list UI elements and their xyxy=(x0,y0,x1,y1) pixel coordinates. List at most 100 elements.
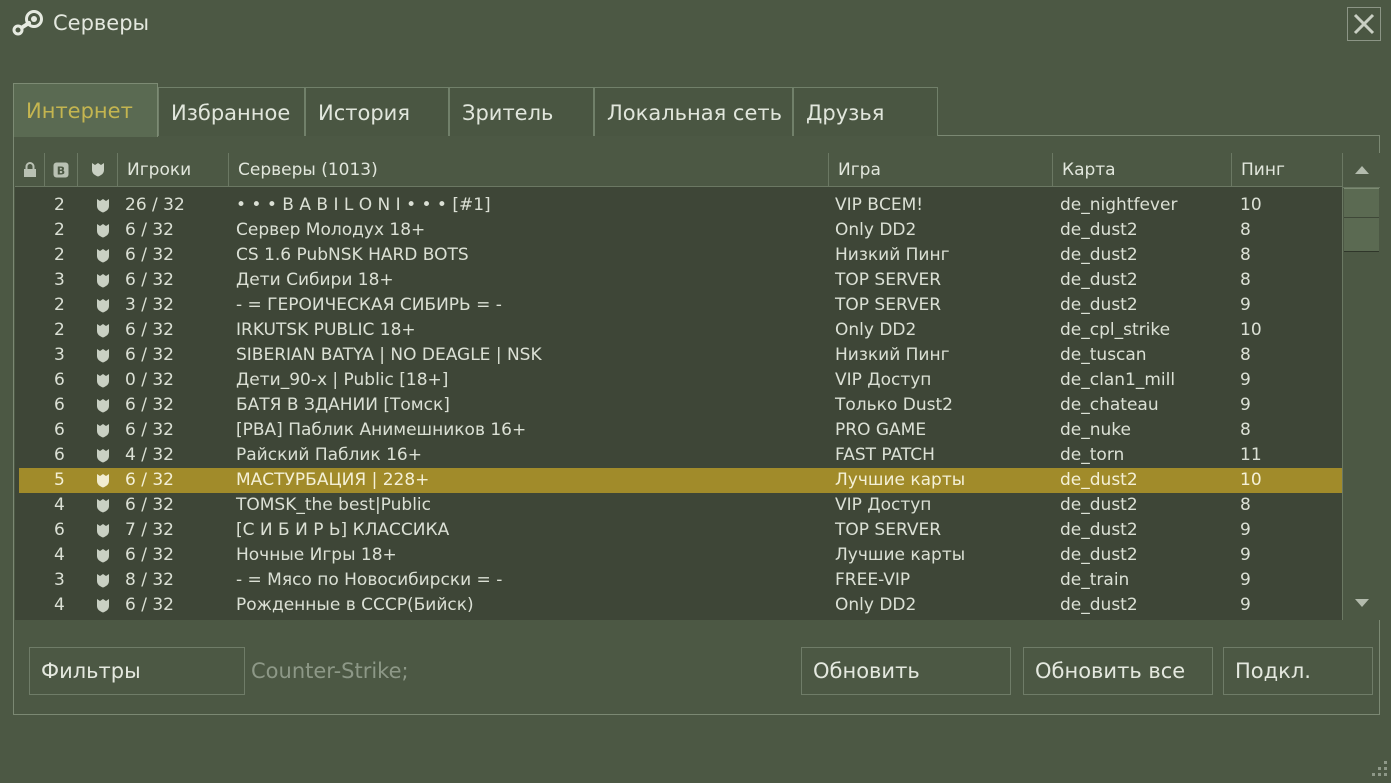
ping-cell: 9 xyxy=(1240,295,1251,315)
arrow-down-icon xyxy=(1354,599,1369,607)
game-cell: TOP SERVER xyxy=(835,295,942,315)
bots-cell: 3 xyxy=(54,270,65,290)
close-button[interactable] xyxy=(1347,7,1381,41)
connect-button[interactable]: Подкл. xyxy=(1223,647,1373,695)
table-row[interactable]: 3 6 / 32 SIBERIAN BATYA | NO DEAGLE | NSK Н… xyxy=(15,343,1342,368)
server-name-cell: - = Мясо по Новосибирски = - xyxy=(236,570,503,590)
bots-cell: 2 xyxy=(54,245,65,265)
map-cell: de_train xyxy=(1060,570,1130,590)
column-servers[interactable]: Серверы (1013) xyxy=(229,153,829,187)
table-row[interactable]: 2 3 / 32 - = ГЕРОИЧЕСКАЯ СИБИРЬ = - TOP SER… xyxy=(15,293,1342,318)
table-row[interactable]: 4 6 / 32 TOMSK_the best|Public VIP Доступ de… xyxy=(15,493,1342,518)
table-header: B Игроки Серверы (1013) Игра Карта Пинг xyxy=(15,153,1342,187)
table-row[interactable]: 6 6 / 32 БАТЯ В ЗДАНИИ [Томск] Только Dust2… xyxy=(15,393,1342,418)
bots-cell: 2 xyxy=(54,320,65,340)
shield-icon xyxy=(97,399,109,413)
server-name-cell: Рожденные в СССР(Бийск) xyxy=(236,595,474,615)
map-cell: de_chateau xyxy=(1060,395,1159,415)
scroll-down-button[interactable] xyxy=(1343,586,1380,620)
ping-cell: 9 xyxy=(1240,395,1251,415)
tab-friends[interactable]: Друзья xyxy=(793,87,938,136)
ping-cell: 9 xyxy=(1240,370,1251,390)
table-row[interactable]: 6 6 / 32 [PBA] Паблик Анимешников 16+ PRO G… xyxy=(15,418,1342,443)
server-name-cell: - = ГЕРОИЧЕСКАЯ СИБИРЬ = - xyxy=(236,295,502,315)
table-row[interactable]: 3 8 / 32 - = Мясо по Новосибирски = - FREE-… xyxy=(15,568,1342,593)
tab-internet[interactable]: Интернет xyxy=(13,83,158,137)
server-name-cell: МАСТУРБАЦИЯ | 228+ xyxy=(236,470,430,490)
filter-summary: Counter-Strike; xyxy=(251,659,409,683)
map-cell: de_nightfever xyxy=(1060,195,1178,215)
map-cell: de_dust2 xyxy=(1060,245,1138,265)
shield-icon xyxy=(97,374,109,388)
filters-button[interactable]: Фильтры xyxy=(29,647,245,695)
map-cell: de_clan1_mill xyxy=(1060,370,1176,390)
shield-icon xyxy=(97,349,109,363)
server-name-cell: БАТЯ В ЗДАНИИ [Томск] xyxy=(236,395,450,415)
server-name-cell: [PBA] Паблик Анимешников 16+ xyxy=(236,420,527,440)
bots-cell: 5 xyxy=(54,470,65,490)
column-password[interactable] xyxy=(15,153,45,187)
scroll-up-button[interactable] xyxy=(1343,153,1380,188)
shield-icon xyxy=(97,324,109,338)
table-row[interactable]: 6 7 / 32 [С И Б И Р Ь] КЛАССИКА TOP SERVER d… xyxy=(15,518,1342,543)
bots-cell: 6 xyxy=(54,420,65,440)
ping-cell: 8 xyxy=(1240,245,1251,265)
tab-lan[interactable]: Локальная сеть xyxy=(594,87,793,136)
shield-icon xyxy=(97,249,109,263)
players-cell: 4 / 32 xyxy=(125,445,174,465)
table-row[interactable]: 3 6 / 32 Дети Сибири 18+ TOP SERVER de_dust2… xyxy=(15,268,1342,293)
column-secure[interactable] xyxy=(78,153,118,187)
table-row-selected[interactable]: 5 6 / 32 МАСТУРБАЦИЯ | 228+ Лучшие карты de_… xyxy=(19,468,1342,493)
tab-label: Интернет xyxy=(26,99,133,123)
refresh-all-button[interactable]: Обновить все xyxy=(1023,647,1213,695)
map-cell: de_dust2 xyxy=(1060,220,1138,240)
table-row[interactable]: 6 0 / 32 Дети_90-х | Public [18+] VIP Досту… xyxy=(15,368,1342,393)
window-title: Серверы xyxy=(53,11,150,35)
close-icon xyxy=(1353,13,1375,35)
shield-icon xyxy=(97,299,109,313)
column-map[interactable]: Карта xyxy=(1053,153,1232,187)
bots-cell: 6 xyxy=(54,395,65,415)
table-row[interactable]: 2 6 / 32 CS 1.6 PubNSK HARD BOTS Низкий Пин… xyxy=(15,243,1342,268)
column-ping[interactable]: Пинг xyxy=(1232,153,1342,187)
ping-cell: 10 xyxy=(1240,320,1262,340)
table-row[interactable]: 2 6 / 32 Сервер Молодух 18+ Only DD2 de_dust… xyxy=(15,218,1342,243)
bots-cell: 6 xyxy=(54,370,65,390)
players-cell: 7 / 32 xyxy=(125,520,174,540)
game-cell: FAST PATCH xyxy=(835,445,935,465)
map-cell: de_dust2 xyxy=(1060,270,1138,290)
tab-spectate[interactable]: Зритель xyxy=(449,87,594,136)
shield-icon xyxy=(97,449,109,463)
players-cell: 6 / 32 xyxy=(125,470,174,490)
bots-cell: 3 xyxy=(54,570,65,590)
scroll-thumb[interactable] xyxy=(1344,188,1379,252)
ping-cell: 8 xyxy=(1240,345,1251,365)
server-name-cell: Райский Паблик 16+ xyxy=(236,445,422,465)
players-cell: 0 / 32 xyxy=(125,370,174,390)
resize-grip-icon[interactable] xyxy=(1363,755,1389,781)
tab-favorites[interactable]: Избранное xyxy=(158,87,305,136)
vertical-scrollbar[interactable] xyxy=(1342,153,1380,620)
table-row[interactable]: 6 4 / 32 Райский Паблик 16+ FAST PATCH de_to… xyxy=(15,443,1342,468)
bots-cell: 2 xyxy=(54,295,65,315)
column-players[interactable]: Игроки xyxy=(118,153,229,187)
table-row[interactable]: 2 26 / 32 • • • B A B I L O N I • • • [#1]… xyxy=(15,193,1342,218)
ping-cell: 9 xyxy=(1240,570,1251,590)
table-row[interactable]: 2 6 / 32 IRKUTSK PUBLIC 18+ Only DD2 de_cpl_… xyxy=(15,318,1342,343)
column-bots[interactable]: B xyxy=(45,153,78,187)
shield-icon xyxy=(97,199,109,213)
table-row[interactable]: 4 6 / 32 Ночные Игры 18+ Лучшие карты de_dus… xyxy=(15,543,1342,568)
tab-history[interactable]: История xyxy=(305,87,449,136)
arrow-up-icon xyxy=(1354,166,1369,174)
table-row[interactable]: 4 6 / 32 Рожденные в СССР(Бийск) Only DD2 de… xyxy=(15,593,1342,618)
refresh-button[interactable]: Обновить xyxy=(801,647,1011,695)
shield-icon xyxy=(97,499,109,513)
bots-cell: 3 xyxy=(54,345,65,365)
game-cell: VIP Доступ xyxy=(835,370,932,390)
column-game[interactable]: Игра xyxy=(829,153,1053,187)
server-name-cell: TOMSK_the best|Public xyxy=(236,495,431,515)
map-cell: de_dust2 xyxy=(1060,545,1138,565)
server-list[interactable]: B Игроки Серверы (1013) Игра Карта Пинг … xyxy=(15,153,1342,620)
players-cell: 6 / 32 xyxy=(125,320,174,340)
game-cell: TOP SERVER xyxy=(835,520,942,540)
